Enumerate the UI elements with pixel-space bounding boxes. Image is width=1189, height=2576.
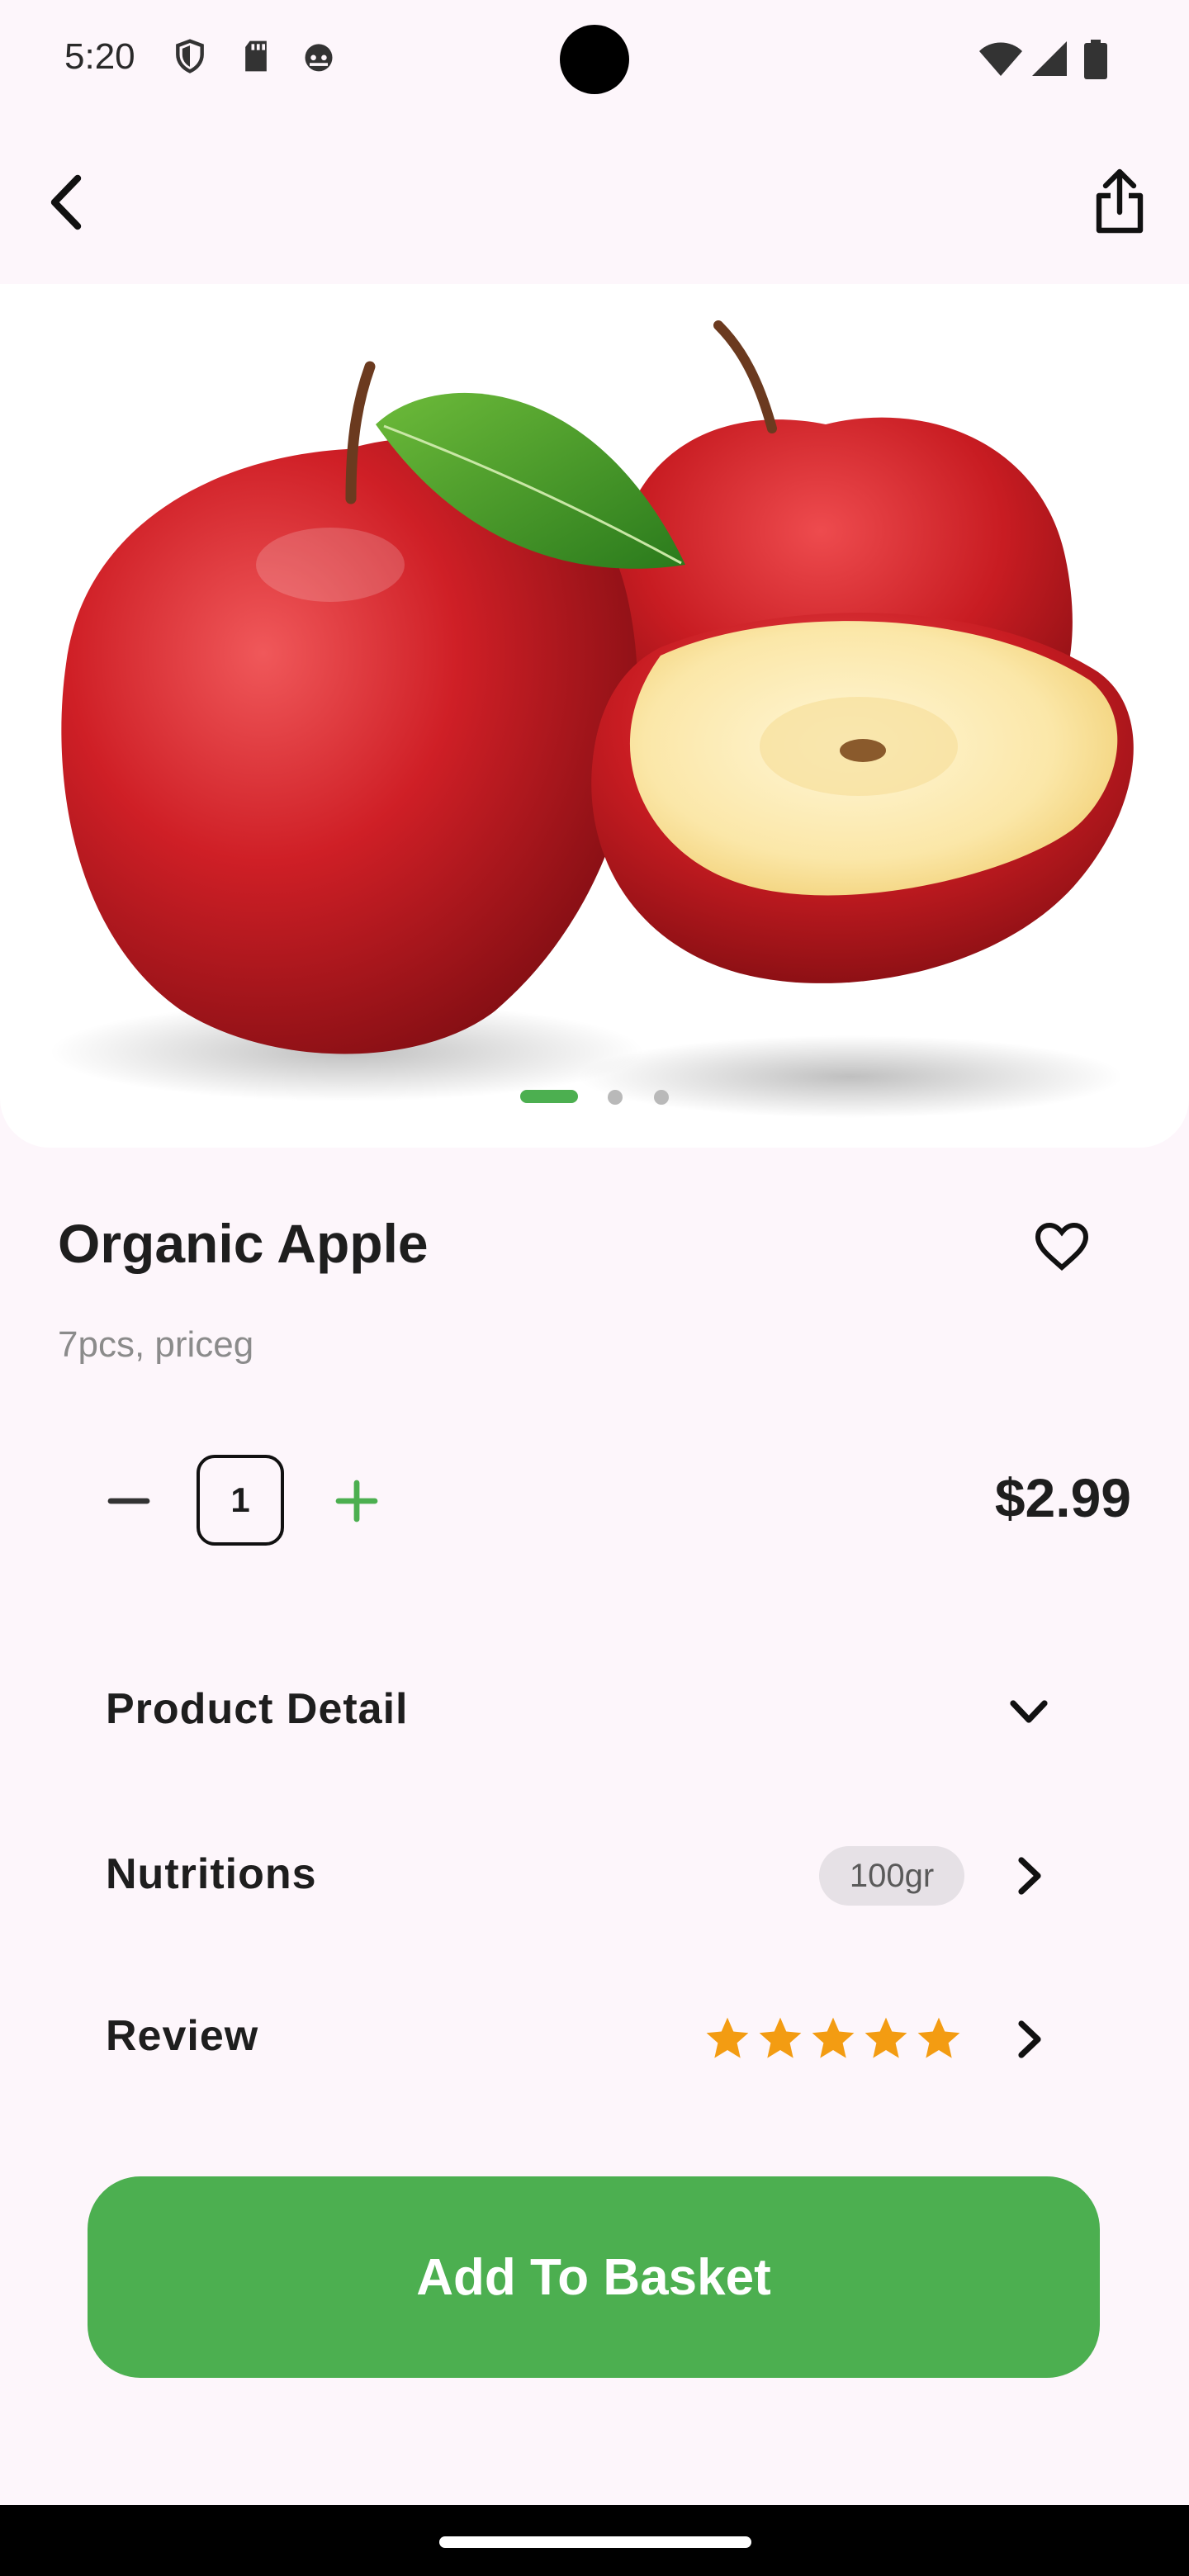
product-subtitle: 7pcs, priceg	[58, 1324, 254, 1365]
plus-icon	[335, 1480, 378, 1522]
chevron-down-icon	[1010, 1700, 1048, 1723]
star-icon	[917, 2017, 960, 2058]
shield-icon	[176, 39, 204, 73]
minus-icon	[107, 1498, 150, 1504]
star-icon	[759, 2017, 802, 2058]
nutritions-badge: 100gr	[819, 1846, 964, 1906]
android-face-icon	[305, 44, 333, 72]
favorite-button[interactable]	[1029, 1215, 1095, 1278]
signal-icon	[1032, 41, 1067, 76]
wifi-icon	[979, 42, 1022, 76]
carousel-dot[interactable]	[654, 1090, 669, 1105]
nutritions-label[interactable]: Nutritions	[106, 1849, 317, 1899]
product-title: Organic Apple	[58, 1213, 429, 1274]
home-gesture-handle[interactable]	[439, 2536, 751, 2548]
nutritions-arrow[interactable]	[1004, 1851, 1054, 1901]
chevron-right-icon	[1018, 2020, 1041, 2058]
quantity-field[interactable]: 1	[197, 1455, 284, 1546]
product-detail-toggle[interactable]	[1004, 1688, 1054, 1737]
add-to-basket-button[interactable]: Add To Basket	[88, 2176, 1100, 2378]
sd-card-icon	[245, 40, 267, 72]
star-icon	[865, 2017, 907, 2058]
star-icon	[812, 2017, 855, 2058]
decrease-quantity-button[interactable]	[96, 1468, 162, 1534]
product-price: $2.99	[994, 1467, 1131, 1528]
increase-quantity-button[interactable]	[324, 1468, 390, 1534]
review-arrow[interactable]	[1004, 2015, 1054, 2064]
star-icon	[706, 2017, 749, 2058]
product-image[interactable]	[0, 284, 1189, 1148]
back-button[interactable]	[33, 165, 99, 239]
chevron-left-icon	[50, 174, 82, 230]
share-button[interactable]	[1087, 162, 1153, 241]
chevron-right-icon	[1018, 1857, 1041, 1895]
product-detail-label[interactable]: Product Detail	[106, 1684, 409, 1734]
carousel-dot-active[interactable]	[520, 1090, 578, 1103]
review-stars	[703, 2015, 963, 2062]
front-camera	[560, 25, 629, 94]
heart-outline-icon	[1035, 1222, 1089, 1271]
status-time: 5:20	[64, 36, 135, 77]
review-label[interactable]: Review	[106, 2011, 258, 2061]
share-icon	[1096, 168, 1144, 234]
battery-icon	[1084, 40, 1107, 79]
carousel-dot[interactable]	[608, 1090, 623, 1105]
